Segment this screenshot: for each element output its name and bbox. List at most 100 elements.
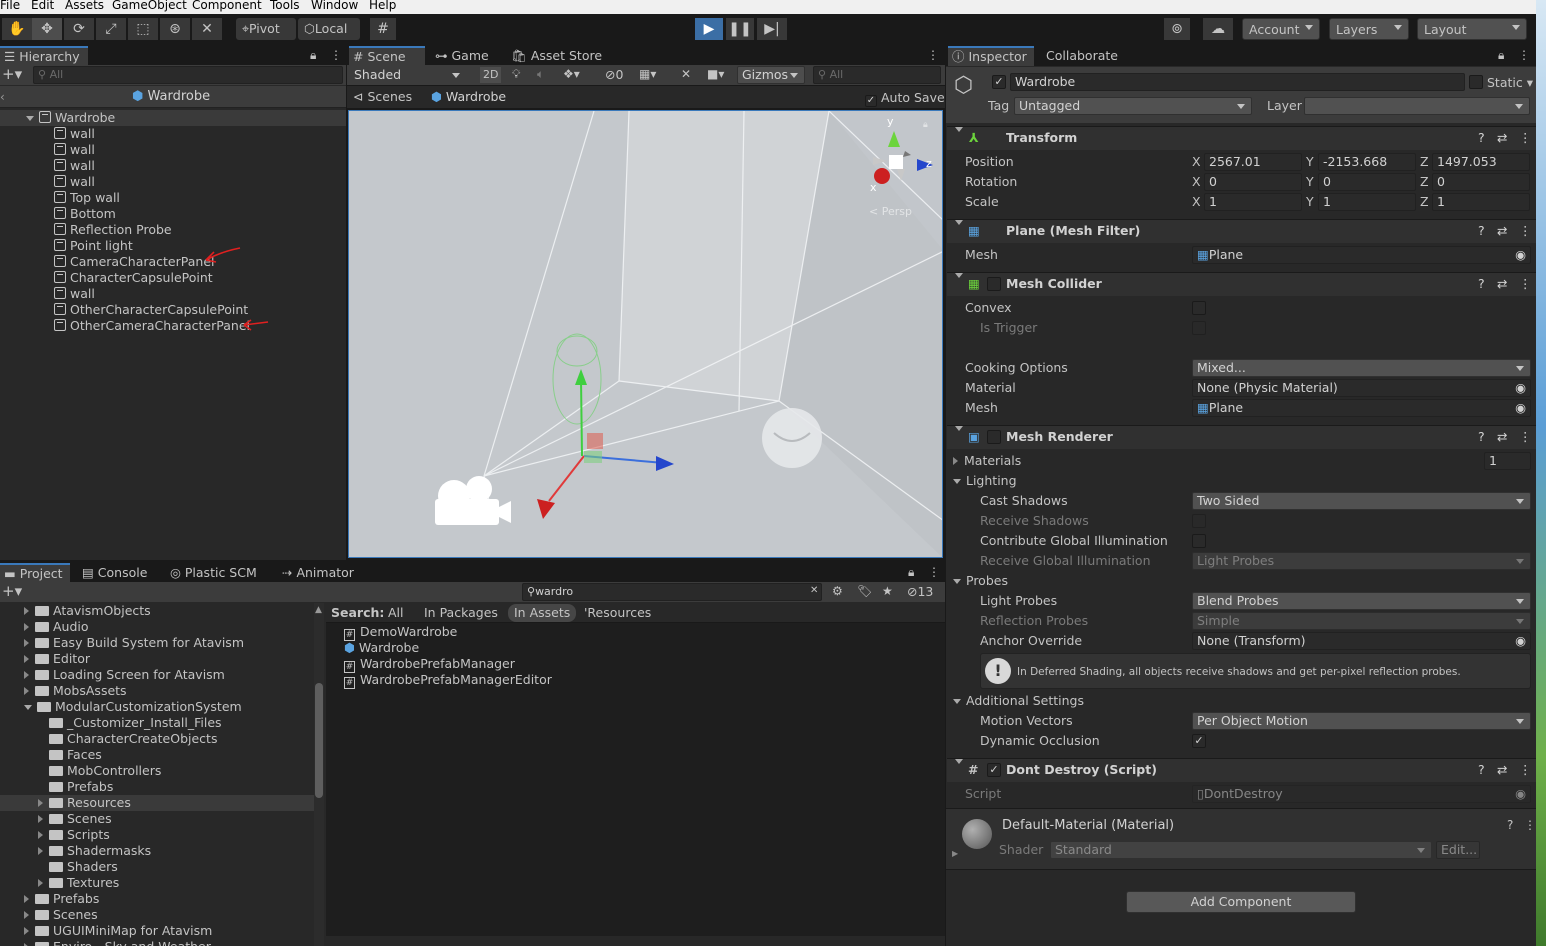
- auto-save-toggle[interactable]: ✓ Auto Save: [865, 90, 945, 107]
- folder-collapsed-icon[interactable]: [38, 815, 43, 823]
- hierarchy-item[interactable]: wall: [54, 126, 95, 142]
- filter-resources[interactable]: 'Resources: [584, 605, 651, 621]
- hierarchy-item[interactable]: OtherCharacterCapsulePoint: [54, 302, 248, 318]
- back-arrow-icon[interactable]: ‹: [0, 90, 5, 104]
- axis-z-label[interactable]: Z: [1420, 173, 1429, 191]
- transform-tool-icon[interactable]: ⊛: [160, 18, 190, 40]
- layout-dropdown[interactable]: Layout: [1417, 18, 1527, 40]
- tab-animator[interactable]: ⇢ Animator: [278, 563, 358, 583]
- folder-tree-item[interactable]: MobsAssets: [0, 683, 314, 699]
- menu-help[interactable]: Help: [369, 0, 396, 11]
- cloud-icon[interactable]: ☁: [1203, 18, 1233, 40]
- cast-shadows-dropdown[interactable]: Two Sided: [1192, 492, 1531, 510]
- search-by-type-icon[interactable]: ⚙︎: [832, 584, 843, 598]
- folder-tree-item[interactable]: Prefabs: [0, 891, 314, 907]
- help-icon[interactable]: ?: [1478, 220, 1485, 242]
- folder-tree-item[interactable]: Editor: [0, 651, 314, 667]
- folder-tree-item[interactable]: CharacterCreateObjects: [0, 731, 314, 747]
- project-kebab-icon[interactable]: ⋮: [928, 565, 940, 579]
- tag-dropdown[interactable]: Untagged: [1014, 97, 1252, 115]
- hierarchy-root-row[interactable]: Wardrobe: [0, 110, 346, 126]
- folder-collapsed-icon[interactable]: [24, 623, 29, 631]
- plane-handle-xy[interactable]: [587, 433, 603, 449]
- convex-checkbox[interactable]: [1192, 301, 1206, 315]
- folder-collapsed-icon[interactable]: [24, 639, 29, 647]
- physic-material-field[interactable]: None (Physic Material) ◉: [1192, 379, 1531, 397]
- transform-rz-input[interactable]: 0: [1432, 173, 1530, 191]
- hierarchy-item[interactable]: Reflection Probe: [54, 222, 172, 238]
- cooking-options-dropdown[interactable]: Mixed...: [1192, 359, 1531, 377]
- folder-tree-item[interactable]: Shaders: [0, 859, 314, 875]
- hidden-objects-toggle[interactable]: ⊘0: [605, 67, 623, 83]
- tab-game[interactable]: ⊶ Game: [431, 46, 501, 66]
- scene-kebab-icon[interactable]: ⋮: [927, 48, 939, 62]
- folder-collapsed-icon[interactable]: [24, 911, 29, 919]
- rotate-tool-icon[interactable]: ⟳: [64, 18, 94, 40]
- breadcrumb-wardrobe[interactable]: ⬢ Wardrobe: [431, 89, 506, 105]
- object-name-input[interactable]: Wardrobe: [1010, 73, 1465, 91]
- folder-collapsed-icon[interactable]: [24, 927, 29, 935]
- folder-collapsed-icon[interactable]: [24, 655, 29, 663]
- active-checkbox[interactable]: ✓: [992, 75, 1006, 89]
- breadcrumb-scenes[interactable]: ⊲ Scenes: [353, 89, 412, 105]
- account-dropdown[interactable]: Account: [1242, 18, 1320, 40]
- grid-snap-icon[interactable]: #: [370, 18, 396, 40]
- mesh-collider-header[interactable]: ▦ Mesh Collider? ⇄ ⋮: [947, 272, 1536, 296]
- folder-tree-item[interactable]: _Customizer_Install_Files: [0, 715, 314, 731]
- dont-destroy-header[interactable]: # ✓ Dont Destroy (Script)? ⇄ ⋮: [947, 758, 1536, 782]
- hierarchy-item[interactable]: OtherCameraCharacterPanel: [54, 318, 250, 334]
- tab-plastic-scm[interactable]: ◎ Plastic SCM: [166, 563, 266, 583]
- menu-file[interactable]: File: [0, 0, 20, 11]
- folder-collapsed-icon[interactable]: [38, 879, 43, 887]
- tab-asset-store[interactable]: 🛍︎ Asset Store: [507, 46, 607, 66]
- folder-tree-item[interactable]: Textures: [0, 875, 314, 891]
- object-picker-icon[interactable]: ◉: [1515, 633, 1526, 649]
- mesh-filter-header[interactable]: ▦ Plane (Mesh Filter)? ⇄ ⋮: [947, 219, 1536, 243]
- search-result-item[interactable]: # WardrobePrefabManager: [344, 656, 515, 673]
- axis-y-label[interactable]: Y: [1306, 193, 1314, 211]
- search-result-item[interactable]: ⬢ Wardrobe: [344, 640, 419, 656]
- collider-mesh-field[interactable]: ▦Plane ◉: [1192, 399, 1531, 417]
- hierarchy-item[interactable]: Top wall: [54, 190, 120, 206]
- gizmo-lock-icon[interactable]: 🔒︎: [923, 120, 928, 130]
- axis-z-label[interactable]: Z: [1420, 193, 1429, 211]
- folder-collapsed-icon[interactable]: [24, 607, 29, 615]
- scroll-up-icon[interactable]: ▲: [315, 605, 322, 615]
- tab-inspector[interactable]: ⓘ Inspector: [948, 46, 1034, 66]
- transform-header[interactable]: ⅄ Transform? ⇄ ⋮: [947, 126, 1536, 150]
- gizmos-dropdown[interactable]: Gizmos: [737, 66, 805, 84]
- local-toggle[interactable]: ⬡Local: [298, 18, 360, 40]
- pause-button-icon[interactable]: ❚❚: [726, 18, 754, 40]
- transform-px-input[interactable]: 2567.01: [1204, 153, 1302, 171]
- dynamic-occlusion-checkbox[interactable]: ✓: [1192, 734, 1206, 748]
- transform-ry-input[interactable]: 0: [1318, 173, 1416, 191]
- collab-icon[interactable]: ⊚: [1164, 18, 1190, 40]
- step-button-icon[interactable]: ▶|: [757, 18, 787, 40]
- folder-tree-item[interactable]: Enviro - Sky and Weather: [0, 939, 314, 946]
- mesh-object-field[interactable]: ▦Plane ◉: [1192, 246, 1531, 264]
- filter-in-assets[interactable]: In Assets: [508, 604, 577, 622]
- persp-label[interactable]: < Persp: [869, 205, 912, 218]
- tab-console[interactable]: ▤ Console: [78, 563, 162, 583]
- folder-collapsed-icon[interactable]: [24, 671, 29, 679]
- transform-rx-input[interactable]: 0: [1204, 173, 1302, 191]
- additional-settings-foldout[interactable]: Additional Settings: [953, 693, 1084, 709]
- hierarchy-item[interactable]: wall: [54, 158, 95, 174]
- material-foldout-icon[interactable]: ▶: [952, 849, 958, 858]
- plane-handle-xz[interactable]: [584, 451, 602, 463]
- contribute-gi-checkbox[interactable]: [1192, 534, 1206, 548]
- filter-all[interactable]: All: [388, 605, 404, 621]
- component-menu-icon[interactable]: ⋮: [1519, 220, 1532, 242]
- menu-window[interactable]: Window: [311, 0, 358, 11]
- transform-sy-input[interactable]: 1: [1318, 193, 1416, 211]
- scale-tool-icon[interactable]: ⤢: [96, 18, 126, 40]
- inspector-lock-icon[interactable]: 🔒︎: [1498, 48, 1504, 63]
- search-result-item[interactable]: # DemoWardrobe: [344, 624, 457, 641]
- axis-y-label[interactable]: Y: [1306, 173, 1314, 191]
- folder-collapsed-icon[interactable]: [38, 799, 43, 807]
- filter-in-packages[interactable]: In Packages: [424, 605, 498, 621]
- component-menu-icon[interactable]: ⋮: [1519, 426, 1532, 448]
- component-menu-icon[interactable]: ⋮: [1519, 127, 1532, 149]
- inspector-kebab-icon[interactable]: ⋮: [1518, 48, 1530, 62]
- menu-tools[interactable]: Tools: [270, 0, 300, 11]
